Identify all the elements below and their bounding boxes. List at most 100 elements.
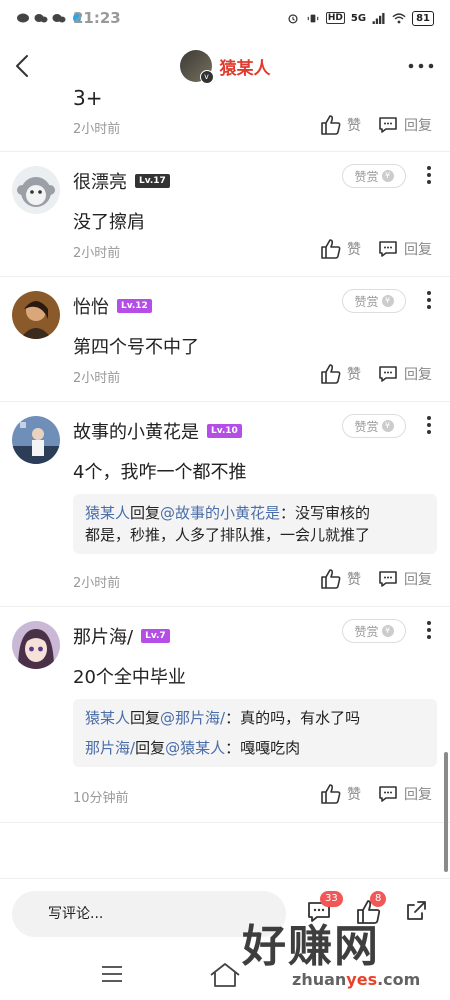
like-button[interactable]: 赞 xyxy=(320,238,361,260)
scrollbar[interactable] xyxy=(444,752,448,872)
username[interactable]: 那片海/ xyxy=(73,623,133,649)
more-options-icon[interactable] xyxy=(406,54,436,78)
comment-icon xyxy=(379,117,397,133)
reward-button[interactable]: 赞赏 ¥ xyxy=(342,289,406,313)
reward-label: 赞赏 xyxy=(354,624,379,639)
reply-target[interactable]: @那片海/ xyxy=(160,709,225,727)
comment-content: 没了擦肩 xyxy=(73,212,145,233)
level-badge: Lv.17 xyxy=(135,174,170,188)
reply-item: 那片海/回复@猿某人：嘎嘎吃肉 xyxy=(85,737,425,759)
comment-time: 2小时前 xyxy=(73,371,121,386)
comment-list: 3+ 2小时前 赞 回复 很漂亮 Lv.17 赞赏 ¥ 没了擦肩 2小时前 赞 … xyxy=(0,86,450,823)
reply-target[interactable]: @猿某人 xyxy=(165,739,225,757)
menu-icon[interactable] xyxy=(100,964,124,984)
reply-thread[interactable]: 猿某人回复@故事的小黄花是：没写审核的 都是，秒推，人多了排队推，一会儿就推了 xyxy=(73,494,437,554)
comment-content: 第四个号不中了 xyxy=(73,337,199,358)
author-name: 猿某人 xyxy=(219,58,271,79)
comment-input[interactable]: 写评论... xyxy=(12,891,286,937)
alarm-icon xyxy=(288,13,298,23)
username[interactable]: 很漂亮 xyxy=(73,168,127,194)
back-icon[interactable] xyxy=(10,52,38,80)
vibrate-icon xyxy=(307,14,319,22)
chat-bubble-icon xyxy=(17,13,29,22)
kebab-menu-icon[interactable] xyxy=(422,619,436,641)
like-button[interactable]: 赞 xyxy=(320,783,361,805)
wifi-icon xyxy=(392,12,406,23)
reply-button[interactable]: 回复 xyxy=(377,114,432,136)
reward-button[interactable]: 赞赏 ¥ xyxy=(342,164,406,188)
author-header[interactable]: v 猿某人 xyxy=(179,50,271,84)
like-button[interactable]: 赞 xyxy=(320,114,361,136)
user-avatar[interactable] xyxy=(12,621,60,669)
reply-label: 回复 xyxy=(404,572,432,588)
comment-time: 2小时前 xyxy=(73,122,121,137)
reward-button[interactable]: 赞赏 ¥ xyxy=(342,619,406,643)
like-button[interactable]: 赞 xyxy=(320,363,361,385)
reply-author[interactable]: 猿某人 xyxy=(85,709,130,727)
photo-avatar xyxy=(12,416,60,464)
verified-badge: v xyxy=(199,70,214,84)
level-badge: Lv.12 xyxy=(117,299,152,313)
reply-author[interactable]: 那片海/ xyxy=(85,739,135,757)
battery-indicator: 81 xyxy=(412,10,434,26)
reply-button[interactable]: 回复 xyxy=(377,568,432,590)
comment-time: 2小时前 xyxy=(73,246,121,261)
thumbs-up-icon xyxy=(321,115,341,135)
reply-item: 猿某人回复@故事的小黄花是：没写审核的 都是，秒推，人多了排队推，一会儿就推了 xyxy=(85,502,425,546)
comment-icon xyxy=(379,786,397,802)
user-avatar[interactable] xyxy=(12,291,60,339)
comment-content: 4个，我咋一个都不推 xyxy=(73,462,247,483)
coin-icon: ¥ xyxy=(381,295,394,307)
kebab-menu-icon[interactable] xyxy=(422,289,436,311)
reward-label: 赞赏 xyxy=(354,419,379,434)
like-button[interactable]: 赞 xyxy=(320,568,361,590)
thumbs-up-icon xyxy=(321,239,341,259)
level-badge: Lv.10 xyxy=(207,424,242,438)
reply-text: ：嘎嘎吃肉 xyxy=(225,739,301,757)
kebab-menu-icon[interactable] xyxy=(422,414,436,436)
username[interactable]: 怡怡 xyxy=(73,293,109,319)
comment-time: 10分钟前 xyxy=(73,791,129,806)
system-nav-bar xyxy=(0,950,450,1000)
comments-button[interactable]: 33 xyxy=(306,891,343,929)
status-time: 21:23 xyxy=(73,9,121,27)
user-avatar[interactable] xyxy=(12,416,60,464)
reply-author[interactable]: 猿某人 xyxy=(85,504,130,522)
comment-item: 故事的小黄花是 Lv.10 赞赏 ¥ 4个，我咋一个都不推 猿某人回复@故事的小黄… xyxy=(0,402,450,607)
signal-label: 5G xyxy=(350,12,367,24)
level-badge: Lv.7 xyxy=(141,629,170,643)
comment-item: 很漂亮 Lv.17 赞赏 ¥ 没了擦肩 2小时前 赞 回复 xyxy=(0,152,450,277)
photo-avatar xyxy=(12,291,60,339)
author-avatar[interactable]: v xyxy=(179,50,214,84)
reply-thread[interactable]: 猿某人回复@那片海/：真的吗，有水了吗 那片海/回复@猿某人：嘎嘎吃肉 xyxy=(73,699,437,767)
comment-count-badge: 33 xyxy=(320,891,343,907)
username[interactable]: 故事的小黄花是 xyxy=(73,418,199,444)
reply-button[interactable]: 回复 xyxy=(377,238,432,260)
wechat-icon-2 xyxy=(52,13,66,22)
reply-verb: 回复 xyxy=(130,504,161,522)
reply-item: 猿某人回复@那片海/：真的吗，有水了吗 xyxy=(85,707,425,729)
home-icon[interactable] xyxy=(208,962,242,988)
comment-item: 那片海/ Lv.7 赞赏 ¥ 20个全中毕业 猿某人回复@那片海/：真的吗，有水了… xyxy=(0,607,450,823)
share-icon xyxy=(407,901,426,920)
kebab-menu-icon[interactable] xyxy=(422,164,436,186)
comment-icon xyxy=(379,366,397,382)
reply-button[interactable]: 回复 xyxy=(377,783,432,805)
comment-time: 2小时前 xyxy=(73,576,121,591)
reply-label: 回复 xyxy=(404,242,432,258)
reply-text: ：没写审核的 xyxy=(280,504,371,522)
reward-button[interactable]: 赞赏 ¥ xyxy=(342,414,406,438)
comment-item-partial: 3+ 2小时前 赞 回复 xyxy=(0,86,450,152)
like-count-badge: 8 xyxy=(370,891,387,907)
reply-target[interactable]: @故事的小黄花是 xyxy=(160,504,280,522)
share-button[interactable] xyxy=(404,899,434,929)
user-avatar[interactable] xyxy=(12,166,60,214)
comment-content: 20个全中毕业 xyxy=(73,667,186,688)
signal-icon xyxy=(372,12,385,24)
reward-label: 赞赏 xyxy=(354,294,379,309)
like-post-button[interactable]: 8 xyxy=(356,891,387,929)
reply-text: ：真的吗，有水了吗 xyxy=(225,709,361,727)
reply-button[interactable]: 回复 xyxy=(377,363,432,385)
coin-icon: ¥ xyxy=(381,170,394,182)
thumbs-up-icon xyxy=(321,364,341,384)
